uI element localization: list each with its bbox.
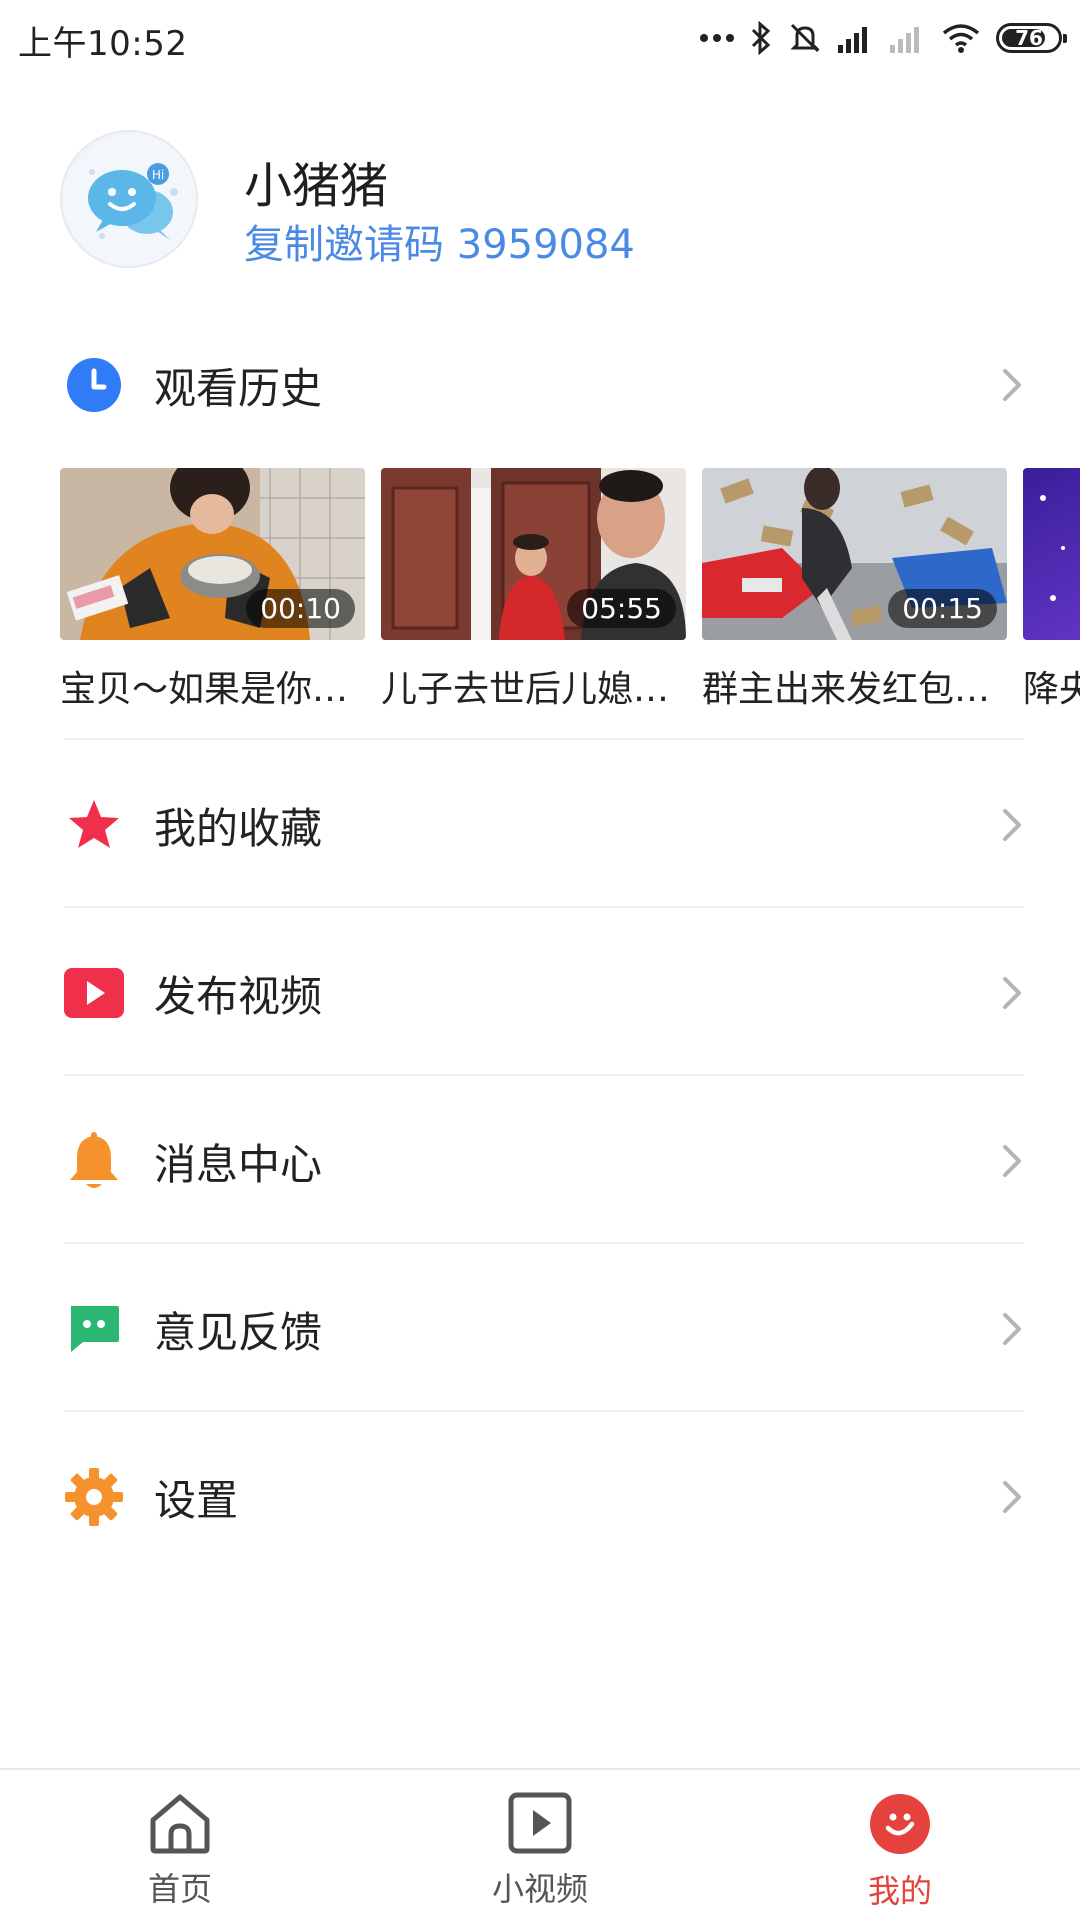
divider <box>64 1074 1024 1076</box>
video-thumbnail <box>1023 468 1080 640</box>
menu-label: 设置 <box>154 1475 239 1525</box>
history-video-card[interactable]: 降央卓玛 <box>1023 468 1080 712</box>
wifi-icon <box>942 24 980 53</box>
menu-item-feedback[interactable]: 意见反馈 <box>64 1274 1024 1384</box>
menu-label: 消息中心 <box>154 1139 323 1189</box>
nav-label: 我的 <box>867 1872 932 1910</box>
menu-item-publish-video[interactable]: 发布视频 <box>64 938 1024 1048</box>
invite-code: 3959084 <box>456 222 635 268</box>
nav-tab-mine[interactable]: 我的 <box>820 1792 980 1912</box>
invite-label: 复制邀请码 <box>244 222 444 268</box>
play-box-icon <box>508 1792 572 1854</box>
menu-label: 意见反馈 <box>154 1307 323 1357</box>
menu-label: 我的收藏 <box>154 803 323 853</box>
nav-label: 首页 <box>147 1870 212 1908</box>
video-duration: 00:15 <box>888 589 997 628</box>
video-duration: 05:55 <box>567 589 676 628</box>
status-time: 上午10:52 <box>18 24 188 64</box>
bell-icon <box>64 1131 124 1191</box>
more-dots-icon <box>700 34 734 42</box>
menu-label: 发布视频 <box>154 971 323 1021</box>
bottom-nav: 首页 小视频 我的 <box>0 1768 1080 1920</box>
video-play-icon <box>64 963 124 1023</box>
menu-item-settings[interactable]: 设置 <box>64 1442 1024 1552</box>
svg-text:Hi: Hi <box>152 168 164 182</box>
status-icons: 76 <box>700 18 1067 58</box>
chevron-right-icon <box>1003 1145 1021 1177</box>
chevron-right-icon <box>1003 1313 1021 1345</box>
video-thumbnail: 00:15 <box>702 468 1007 640</box>
menu-item-watch-history[interactable]: 观看历史 <box>64 330 1024 440</box>
history-video-card[interactable]: 00:15 群主出来发红包了... <box>702 468 1007 712</box>
video-thumbnail: 00:10 <box>60 468 365 640</box>
signal-weak-icon <box>890 27 919 53</box>
avatar[interactable]: Hi <box>60 130 198 268</box>
signal-icon <box>838 27 867 53</box>
bluetooth-icon <box>751 21 771 55</box>
chat-bubble-avatar-icon: Hi <box>65 135 196 266</box>
status-bar: 上午10:52 76 <box>0 0 1080 76</box>
divider <box>64 1410 1024 1412</box>
video-title: 降央卓玛 <box>1023 669 1080 710</box>
menu-item-favorites[interactable]: 我的收藏 <box>64 770 1024 880</box>
history-video-card[interactable]: 00:10 宝贝～如果是你会跪下来吃吗 <box>60 468 365 712</box>
video-duration: 00:10 <box>246 589 355 628</box>
watch-history-strip[interactable]: 00:10 宝贝～如果是你会跪下来吃吗 05:55 儿子去世后儿媳妇... <box>60 468 1080 718</box>
chevron-right-icon <box>1003 1481 1021 1513</box>
feedback-chat-icon <box>64 1299 124 1359</box>
divider <box>64 738 1024 740</box>
profile-header: Hi 小猪猪 复制邀请码 3959084 <box>60 130 1020 270</box>
video-title: 宝贝～如果是你会跪下来吃吗 <box>60 669 365 710</box>
nav-tab-home[interactable]: 首页 <box>100 1792 260 1910</box>
clock-icon <box>64 355 124 415</box>
username: 小猪猪 <box>244 158 389 214</box>
nav-tab-short-video[interactable]: 小视频 <box>460 1792 620 1910</box>
mute-icon <box>790 23 820 53</box>
gear-icon <box>64 1467 124 1527</box>
copy-invite-code-link[interactable]: 复制邀请码 3959084 <box>244 212 635 270</box>
video-thumbnail: 05:55 <box>381 468 686 640</box>
home-icon <box>150 1794 210 1854</box>
divider <box>64 1242 1024 1244</box>
chevron-right-icon <box>1003 977 1021 1009</box>
menu-item-message-center[interactable]: 消息中心 <box>64 1106 1024 1216</box>
battery-level: 76 <box>1015 26 1043 50</box>
nav-label: 小视频 <box>491 1870 588 1908</box>
video-title: 群主出来发红包了... <box>702 669 1007 710</box>
history-video-card[interactable]: 05:55 儿子去世后儿媳妇... <box>381 468 686 712</box>
chevron-right-icon <box>1003 369 1021 401</box>
chevron-right-icon <box>1003 809 1021 841</box>
star-icon <box>64 795 124 855</box>
battery-indicator: 76 <box>996 23 1067 53</box>
smile-profile-icon <box>870 1794 930 1854</box>
menu-label: 观看历史 <box>154 363 323 413</box>
video-title: 儿子去世后儿媳妇... <box>381 669 686 710</box>
divider <box>64 906 1024 908</box>
